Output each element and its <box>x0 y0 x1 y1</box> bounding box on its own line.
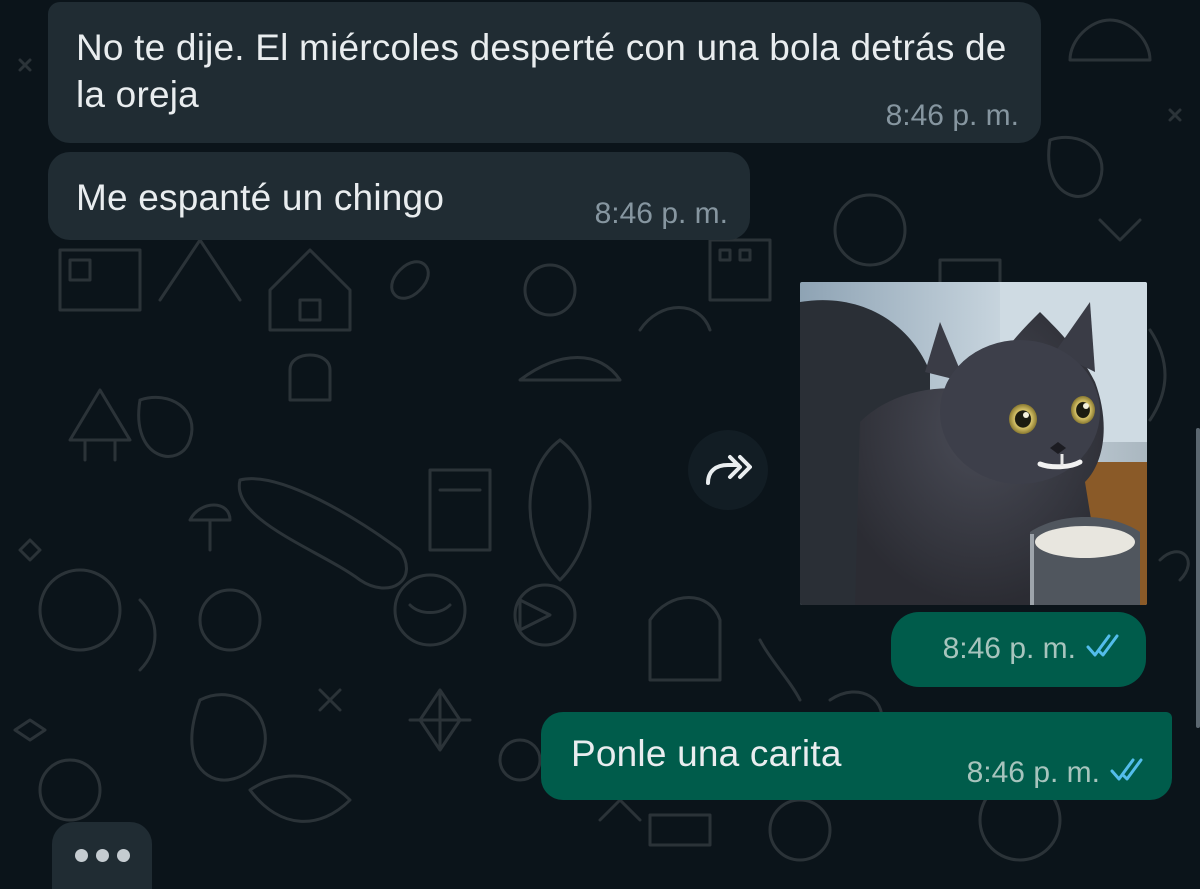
message-timestamp: 8:46 p. m. <box>942 632 1076 665</box>
message-status: 8:46 p. m. <box>967 756 1150 790</box>
outgoing-message-bubble[interactable]: Ponle una carita 8:46 p. m. <box>541 712 1172 800</box>
message-text: No te dije. El miércoles desperté con un… <box>76 27 1007 115</box>
incoming-message-bubble[interactable]: Me espanté un chingo 8:46 p. m. <box>48 152 750 240</box>
message-timestamp: 8:46 p. m. <box>594 197 728 230</box>
incoming-message-bubble[interactable]: No te dije. El miércoles desperté con un… <box>48 2 1041 143</box>
forward-button[interactable] <box>688 430 768 510</box>
typing-dot <box>95 849 109 862</box>
message-timestamp: 8:46 p. m. <box>966 756 1100 789</box>
scrollbar-thumb[interactable] <box>1196 428 1200 728</box>
message-timestamp: 8:46 p. m. <box>885 99 1019 132</box>
double-check-icon <box>1086 632 1126 666</box>
sent-image-cat[interactable] <box>800 282 1147 605</box>
chat-area: No te dije. El miércoles desperté con un… <box>0 0 1200 889</box>
cat-image <box>800 282 1147 605</box>
forward-icon <box>706 455 752 485</box>
message-text: Me espanté un chingo <box>76 177 445 218</box>
message-status: 8:46 p. m. <box>943 632 1126 666</box>
typing-dot <box>116 849 130 862</box>
double-check-icon <box>1110 756 1150 790</box>
typing-dot <box>74 849 88 862</box>
outgoing-image-meta-bubble[interactable]: 8:46 p. m. <box>891 612 1146 687</box>
typing-indicator <box>52 822 152 889</box>
message-text: Ponle una carita <box>571 733 842 774</box>
